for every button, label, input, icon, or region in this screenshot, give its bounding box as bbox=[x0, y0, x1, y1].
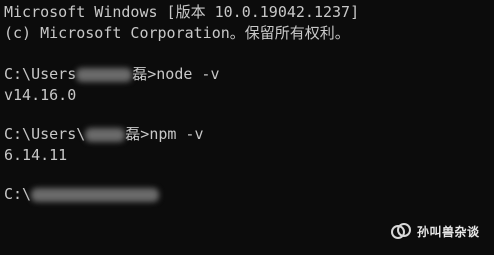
redacted-path bbox=[31, 187, 160, 202]
prompt-path: C:\ bbox=[4, 185, 32, 203]
current-prompt-line[interactable]: C:\ bbox=[4, 184, 160, 204]
terminal-window[interactable]: Microsoft Windows [版本 10.0.19042.1237] (… bbox=[0, 0, 494, 255]
redacted-username bbox=[76, 67, 133, 82]
redacted-username bbox=[85, 127, 126, 142]
prompt-line-node: C:\Users 磊>node -v bbox=[4, 64, 220, 84]
output-npm-version: 6.14.11 bbox=[4, 146, 68, 164]
prompt-line-npm: C:\Users\ 磊>npm -v bbox=[4, 124, 204, 144]
prompt-suffix: 磊> bbox=[132, 65, 157, 83]
header-version-line: Microsoft Windows [版本 10.0.19042.1237] bbox=[4, 3, 360, 21]
command-text: node -v bbox=[156, 65, 220, 83]
output-node-version: v14.16.0 bbox=[4, 86, 77, 104]
prompt-path: C:\Users bbox=[4, 65, 77, 83]
wechat-channel-logo-icon bbox=[391, 223, 411, 239]
watermark: 孙叫兽杂谈 bbox=[390, 221, 480, 241]
command-text: npm -v bbox=[149, 125, 204, 143]
watermark-text: 孙叫兽杂谈 bbox=[417, 224, 480, 239]
prompt-suffix: 磊> bbox=[125, 125, 150, 143]
prompt-path: C:\Users\ bbox=[4, 125, 86, 143]
header-copyright-line: (c) Microsoft Corporation。保留所有权利。 bbox=[4, 24, 350, 42]
